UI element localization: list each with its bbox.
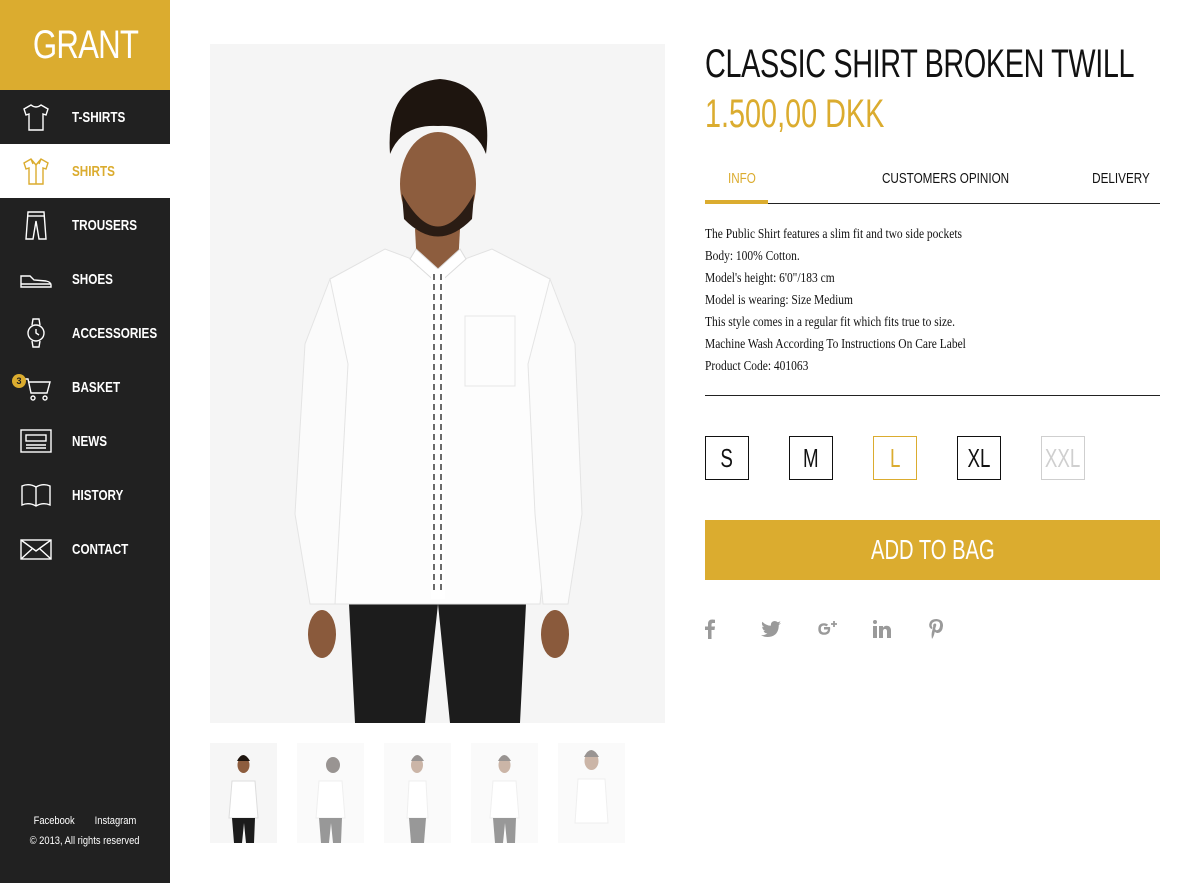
info-line: Body: 100% Cotton. xyxy=(705,249,800,264)
size-option-l[interactable]: L xyxy=(873,436,917,480)
model-photo xyxy=(210,44,665,723)
pinterest-icon[interactable] xyxy=(929,616,985,642)
social-share xyxy=(705,616,985,642)
tab-delivery[interactable]: DELIVERY xyxy=(1092,170,1150,187)
product-details: CLASSIC SHIRT BROKEN TWILL 1.500,00 DKK … xyxy=(705,40,1160,639)
shoe-icon xyxy=(20,263,52,295)
size-label: XXL xyxy=(1045,442,1081,473)
thumbnail-detail[interactable] xyxy=(558,743,625,843)
tab-customers-opinion[interactable]: CUSTOMERS OPINION xyxy=(882,170,1009,187)
nav-label: BASKET xyxy=(72,378,121,396)
brand-logo[interactable]: GRANT xyxy=(0,0,170,90)
product-tabs: INFO CUSTOMERS OPINION DELIVERY xyxy=(705,162,1160,204)
info-line: Machine Wash According To Instructions O… xyxy=(705,337,966,352)
nav-item-shoes[interactable]: SHOES xyxy=(0,252,170,306)
main-nav: T-SHIRTS SHIRTS TROUSERS SHOES ACCESSORI… xyxy=(0,90,170,576)
envelope-icon xyxy=(20,533,52,565)
copyright: © 2013, All rights reserved xyxy=(30,835,140,847)
footer-facebook-link[interactable]: Facebook xyxy=(34,815,75,827)
add-to-bag-label: ADD TO BAG xyxy=(870,534,995,565)
shirt-icon xyxy=(20,155,52,187)
nav-item-accessories[interactable]: ACCESSORIES xyxy=(0,306,170,360)
brand-name: GRANT xyxy=(32,22,138,67)
footer-links: Facebook Instagram xyxy=(0,815,170,827)
nav-label: NEWS xyxy=(72,432,108,450)
nav-item-history[interactable]: HISTORY xyxy=(0,468,170,522)
sidebar-footer: Facebook Instagram © 2013, All rights re… xyxy=(0,815,170,847)
watch-icon xyxy=(20,317,52,349)
linkedin-icon[interactable] xyxy=(873,616,929,642)
thumbnail-strip xyxy=(210,743,625,843)
info-line: Model is wearing: Size Medium xyxy=(705,293,853,308)
newspaper-icon xyxy=(20,425,52,457)
size-selector: S M L XL XXL xyxy=(705,436,1085,480)
nav-label: SHIRTS xyxy=(72,162,115,180)
info-line: Product Code: 401063 xyxy=(705,359,809,374)
nav-label: SHOES xyxy=(72,270,113,288)
size-option-xl[interactable]: XL xyxy=(957,436,1001,480)
nav-label: T-SHIRTS xyxy=(72,108,126,126)
product-main-image[interactable] xyxy=(210,44,665,723)
nav-label: CONTACT xyxy=(72,540,129,558)
facebook-icon[interactable] xyxy=(705,616,761,642)
size-option-s[interactable]: S xyxy=(705,436,749,480)
nav-item-contact[interactable]: CONTACT xyxy=(0,522,170,576)
google-plus-icon[interactable] xyxy=(817,616,873,642)
footer-instagram-link[interactable]: Instagram xyxy=(94,815,136,827)
product-price: 1.500,00 DKK xyxy=(705,92,885,136)
nav-item-tshirts[interactable]: T-SHIRTS xyxy=(0,90,170,144)
basket-count-badge: 3 xyxy=(12,374,26,388)
product-title: CLASSIC SHIRT BROKEN TWILL xyxy=(705,42,1135,86)
section-divider xyxy=(705,395,1160,396)
cart-icon xyxy=(20,371,52,403)
nav-label: ACCESSORIES xyxy=(72,324,158,342)
nav-item-trousers[interactable]: TROUSERS xyxy=(0,198,170,252)
thumbnail-front-alt[interactable] xyxy=(471,743,538,843)
tshirt-icon xyxy=(20,101,52,133)
sidebar: GRANT T-SHIRTS SHIRTS TROUSERS SHOES ACC… xyxy=(0,0,170,883)
twitter-icon[interactable] xyxy=(761,616,817,642)
product-info: The Public Shirt features a slim fit and… xyxy=(705,224,1160,378)
tab-info[interactable]: INFO xyxy=(728,170,756,187)
thumbnail-back[interactable] xyxy=(297,743,364,843)
size-label: L xyxy=(889,442,901,473)
info-line: The Public Shirt features a slim fit and… xyxy=(705,227,962,242)
nav-label: HISTORY xyxy=(72,486,124,504)
nav-item-news[interactable]: NEWS xyxy=(0,414,170,468)
nav-item-basket[interactable]: 3 BASKET xyxy=(0,360,170,414)
nav-item-shirts[interactable]: SHIRTS xyxy=(0,144,170,198)
trousers-icon xyxy=(20,209,52,241)
active-tab-indicator xyxy=(705,200,768,204)
nav-label: TROUSERS xyxy=(72,216,138,234)
size-option-m[interactable]: M xyxy=(789,436,833,480)
size-option-xxl: XXL xyxy=(1041,436,1085,480)
thumbnail-front[interactable] xyxy=(210,743,277,843)
info-line: Model's height: 6'0"/183 cm xyxy=(705,271,835,286)
info-line: This style comes in a regular fit which … xyxy=(705,315,955,330)
add-to-bag-button[interactable]: ADD TO BAG xyxy=(705,520,1160,580)
size-label: XL xyxy=(967,442,991,473)
size-label: M xyxy=(803,442,819,473)
thumbnail-side[interactable] xyxy=(384,743,451,843)
book-icon xyxy=(20,479,52,511)
size-label: S xyxy=(720,442,734,473)
